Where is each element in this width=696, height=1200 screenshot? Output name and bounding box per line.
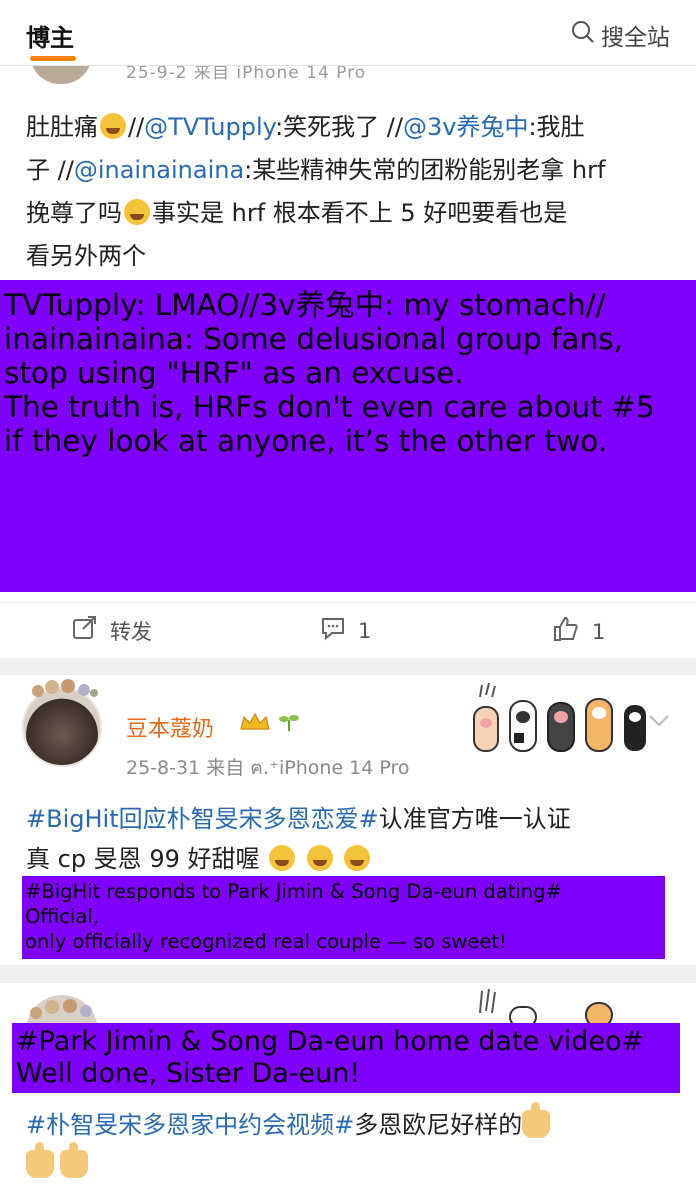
thumbs-up-emoji-icon [26,1142,54,1178]
laughing-crying-emoji-icon [124,199,150,225]
translation-text: #BigHit responds to Park Jimin & Song Da… [25,880,562,953]
tab-blogger[interactable]: 博主 [26,18,74,53]
laughing-crying-emoji-icon [100,113,126,139]
avatar[interactable] [22,687,102,767]
post-text: #BigHit回应朴智旻宋多恩恋爱#认准官方唯一认证 真 cp 旻恩 99 好甜… [26,799,676,879]
search-icon [571,20,595,50]
text-segment: :我肚 [528,113,585,141]
post-text: #朴智旻宋多恩家中约会视频#多恩欧尼好样的 [26,1102,676,1185]
comment-icon [320,615,346,646]
top-header: 博主 搜全站 [0,0,696,66]
heart-eyes-emoji-icon [269,845,296,871]
text-segment: :某些精神失常的团粉能别老拿 hrf [244,156,606,184]
search-all-button[interactable]: 搜全站 [571,18,670,52]
comment-button[interactable]: 1 [320,615,371,646]
text-segment: 多恩欧尼好样的 [354,1111,523,1139]
sprout-badge-icon [278,715,300,738]
thumbs-up-emoji-icon [522,1102,551,1138]
like-button[interactable]: 1 [552,615,605,648]
repost-label: 转发 [110,619,152,644]
post-actions: 转发 1 1 [0,602,696,658]
thumbs-up-emoji-icon [60,1142,88,1178]
post-card[interactable]: 25-9-2 来自 iPhone 14 Pro 肚肚痛//@TVTupply:笑… [0,40,696,658]
comment-count: 1 [358,618,372,643]
cat-paws-decoration-icon [479,988,613,1023]
translation-text: TVTupply: LMAO//3v养兔中: my stomach// inai… [4,288,655,458]
username-link[interactable]: 豆本蔻奶 [126,711,214,743]
user-badges [238,711,300,738]
hashtag-link[interactable]: #朴智旻宋多恩家中约会视频# [26,1111,354,1139]
search-label: 搜全站 [601,25,670,51]
text-segment: 肚肚痛 [26,113,98,141]
like-count: 1 [592,619,606,644]
cat-paws-decoration-icon [473,682,646,752]
active-tab-indicator [30,56,76,61]
flower-crown-icon [32,679,98,697]
mention-link[interactable]: @3v养兔中 [403,113,528,141]
repost-icon [72,615,98,646]
translation-overlay: #Park Jimin & Song Da-eun home date vide… [12,1023,680,1093]
text-segment: 子 // [26,156,74,184]
hashtag-link[interactable]: #BigHit回应朴智旻宋多恩恋爱# [26,805,379,833]
mention-link[interactable]: @inainainaina [74,156,244,184]
bottom-safe-area [0,1188,696,1200]
thumbs-up-icon [552,615,580,648]
post-menu-chevron-down-icon[interactable] [648,709,670,734]
text-segment: 挽尊了吗 [26,199,122,227]
text-segment: // [128,113,145,141]
text-segment: 看另外两个 [26,242,146,270]
translation-overlay: #BigHit responds to Park Jimin & Song Da… [22,876,665,959]
text-segment: 认准官方唯一认证 [378,805,571,833]
translation-overlay: TVTupply: LMAO//3v养兔中: my stomach// inai… [0,280,696,592]
crown-badge-icon [238,712,278,738]
post-text: 肚肚痛 //@TVTupply:笑死我了 //@3v养兔中:我肚 子 //@ina… [26,106,676,278]
post-meta: 25-8-31 来自 ฅ.⁺iPhone 14 Pro [126,757,410,779]
heart-eyes-emoji-icon [344,845,371,871]
text-segment: 事实是 hrf 根本看不上 5 好吧要看也是 [152,199,568,227]
text-segment: :笑死我了 // [275,113,403,141]
translation-text: #Park Jimin & Song Da-eun home date vide… [16,1026,645,1089]
mention-link[interactable]: @TVTupply [144,113,275,141]
post-card[interactable]: 豆本蔻奶 25-8-31 来自 ฅ.⁺iPhone 14 Pro #BigHit… [0,675,696,965]
heart-eyes-emoji-icon [306,845,333,871]
repost-button[interactable]: 转发 [72,615,152,646]
text-segment: 真 cp 旻恩 99 好甜喔 [26,845,260,873]
post-card[interactable]: #Park Jimin & Song Da-eun home date vide… [0,983,696,1200]
